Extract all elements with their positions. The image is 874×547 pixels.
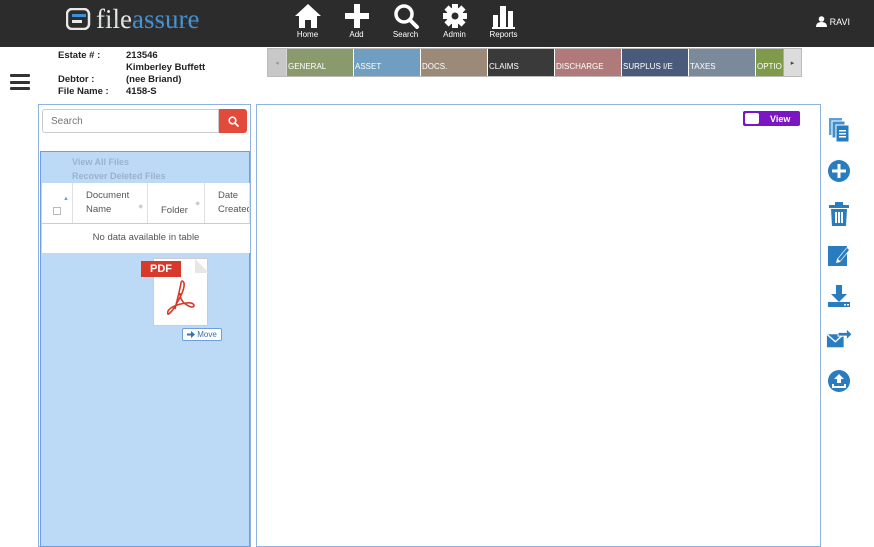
estate-label: Estate # : xyxy=(58,50,101,61)
delete-document-button[interactable] xyxy=(826,201,852,227)
file-links: View All Files Recover Deleted Files xyxy=(72,155,166,183)
sort-asc-icon: ▲ xyxy=(63,196,69,202)
recover-deleted-files-link[interactable]: Recover Deleted Files xyxy=(72,169,166,183)
section-tabs: ◂ GENERAL ASSET DOCS. CLAIMS DISCHARGE S… xyxy=(267,48,802,77)
view-toggle-label: View xyxy=(770,113,791,124)
gear-icon xyxy=(442,4,467,28)
sort-icon: ◆ xyxy=(195,201,200,207)
add-document-button[interactable] xyxy=(826,158,852,184)
file-search-input[interactable] xyxy=(42,109,219,133)
view-all-files-link[interactable]: View All Files xyxy=(72,155,166,169)
debtor-label: Debtor : xyxy=(58,74,95,85)
column-folder[interactable]: Folder ◆ xyxy=(148,183,205,223)
tab-discharge[interactable]: DISCHARGE xyxy=(555,49,622,76)
user-name: RAVI xyxy=(829,16,850,27)
bar-chart-icon xyxy=(491,6,515,29)
file-search-button[interactable] xyxy=(219,109,247,133)
files-panel: View All Files Recover Deleted Files ▲ D… xyxy=(38,104,251,547)
debtor-alias: (nee Briand) xyxy=(126,74,182,85)
file-name-value: 4158-S xyxy=(126,86,157,97)
select-all-column[interactable]: ▲ xyxy=(42,183,73,223)
arrow-right-icon xyxy=(187,331,196,338)
nav-search[interactable]: Search xyxy=(381,0,430,47)
copy-documents-button[interactable] xyxy=(826,117,852,143)
tab-strip: GENERAL ASSET DOCS. CLAIMS DISCHARGE SUR… xyxy=(287,49,784,76)
dragged-pdf-file[interactable]: PDF xyxy=(139,255,212,328)
select-all-checkbox[interactable] xyxy=(53,207,61,215)
tab-general[interactable]: GENERAL xyxy=(287,49,354,76)
top-navbar: fileassure fileassure Home Add Search Ad… xyxy=(0,0,874,47)
upload-icon xyxy=(828,370,850,392)
copy-documents-icon xyxy=(829,118,850,143)
column-date-created[interactable]: Date Created xyxy=(205,183,250,223)
edit-icon xyxy=(828,246,850,266)
estate-number: 213546 xyxy=(126,50,158,61)
user-icon xyxy=(815,16,827,27)
move-label: Move xyxy=(197,330,217,339)
file-name-label: File Name : xyxy=(58,86,109,97)
files-table-header: ▲ Document Name ◆ Folder ◆ Date Created xyxy=(42,183,250,224)
view-toggle[interactable]: View xyxy=(743,111,800,126)
file-drop-area[interactable]: View All Files Recover Deleted Files ▲ D… xyxy=(40,151,250,547)
nav-admin-label: Admin xyxy=(443,30,466,39)
home-icon xyxy=(294,4,321,28)
edit-document-button[interactable] xyxy=(826,242,852,268)
download-document-button[interactable] xyxy=(826,283,852,309)
tabs-scroll-right-icon[interactable]: ▸ xyxy=(783,49,801,76)
nav-admin[interactable]: Admin xyxy=(430,0,479,47)
tabs-scroll-left-icon[interactable]: ◂ xyxy=(268,49,286,76)
email-document-button[interactable] xyxy=(826,325,852,351)
column-document-name[interactable]: Document Name ◆ xyxy=(73,183,148,223)
tab-taxes[interactable]: TAXES xyxy=(689,49,756,76)
files-table: ▲ Document Name ◆ Folder ◆ Date Created No… xyxy=(42,183,250,253)
document-viewer: View xyxy=(256,104,821,547)
sort-icon: ◆ xyxy=(138,204,143,210)
logo-mark-icon xyxy=(65,7,92,31)
pdf-badge: PDF xyxy=(141,261,181,277)
nav-add-label: Add xyxy=(349,30,364,39)
file-search xyxy=(42,109,247,133)
search-icon xyxy=(393,4,419,29)
tab-options[interactable]: OPTIO xyxy=(756,49,784,76)
nav-reports[interactable]: Reports xyxy=(479,0,528,47)
tab-surplus-ie[interactable]: SURPLUS I/E xyxy=(622,49,689,76)
hamburger-menu-icon[interactable] xyxy=(10,74,30,90)
trash-icon xyxy=(829,202,849,226)
plus-icon xyxy=(344,4,369,28)
table-empty-message: No data available in table xyxy=(92,232,200,243)
debtor-name: Kimberley Buffett xyxy=(126,62,206,73)
search-icon xyxy=(227,115,239,127)
tab-claims[interactable]: CLAIMS xyxy=(488,49,555,76)
tab-asset[interactable]: ASSET xyxy=(354,49,421,76)
nav-reports-label: Reports xyxy=(489,30,518,39)
tab-docs[interactable]: DOCS. xyxy=(421,49,488,76)
estate-info: Estate # : 213546 Kimberley Buffett Debto… xyxy=(58,50,205,98)
move-button[interactable]: Move xyxy=(182,328,222,341)
main-nav: Home Add Search Admin Reports xyxy=(283,0,528,47)
nav-add[interactable]: Add xyxy=(332,0,381,47)
upload-document-button[interactable] xyxy=(826,368,852,394)
add-circle-icon xyxy=(828,160,850,182)
nav-home-label: Home xyxy=(296,30,319,39)
nav-search-label: Search xyxy=(392,30,419,39)
nav-home[interactable]: Home xyxy=(283,0,332,47)
send-mail-icon xyxy=(826,327,852,348)
toggle-knob xyxy=(745,113,759,124)
logo-reflection: fileassure xyxy=(96,17,200,29)
download-icon xyxy=(828,285,850,307)
user-menu[interactable]: RAVI xyxy=(815,16,850,27)
